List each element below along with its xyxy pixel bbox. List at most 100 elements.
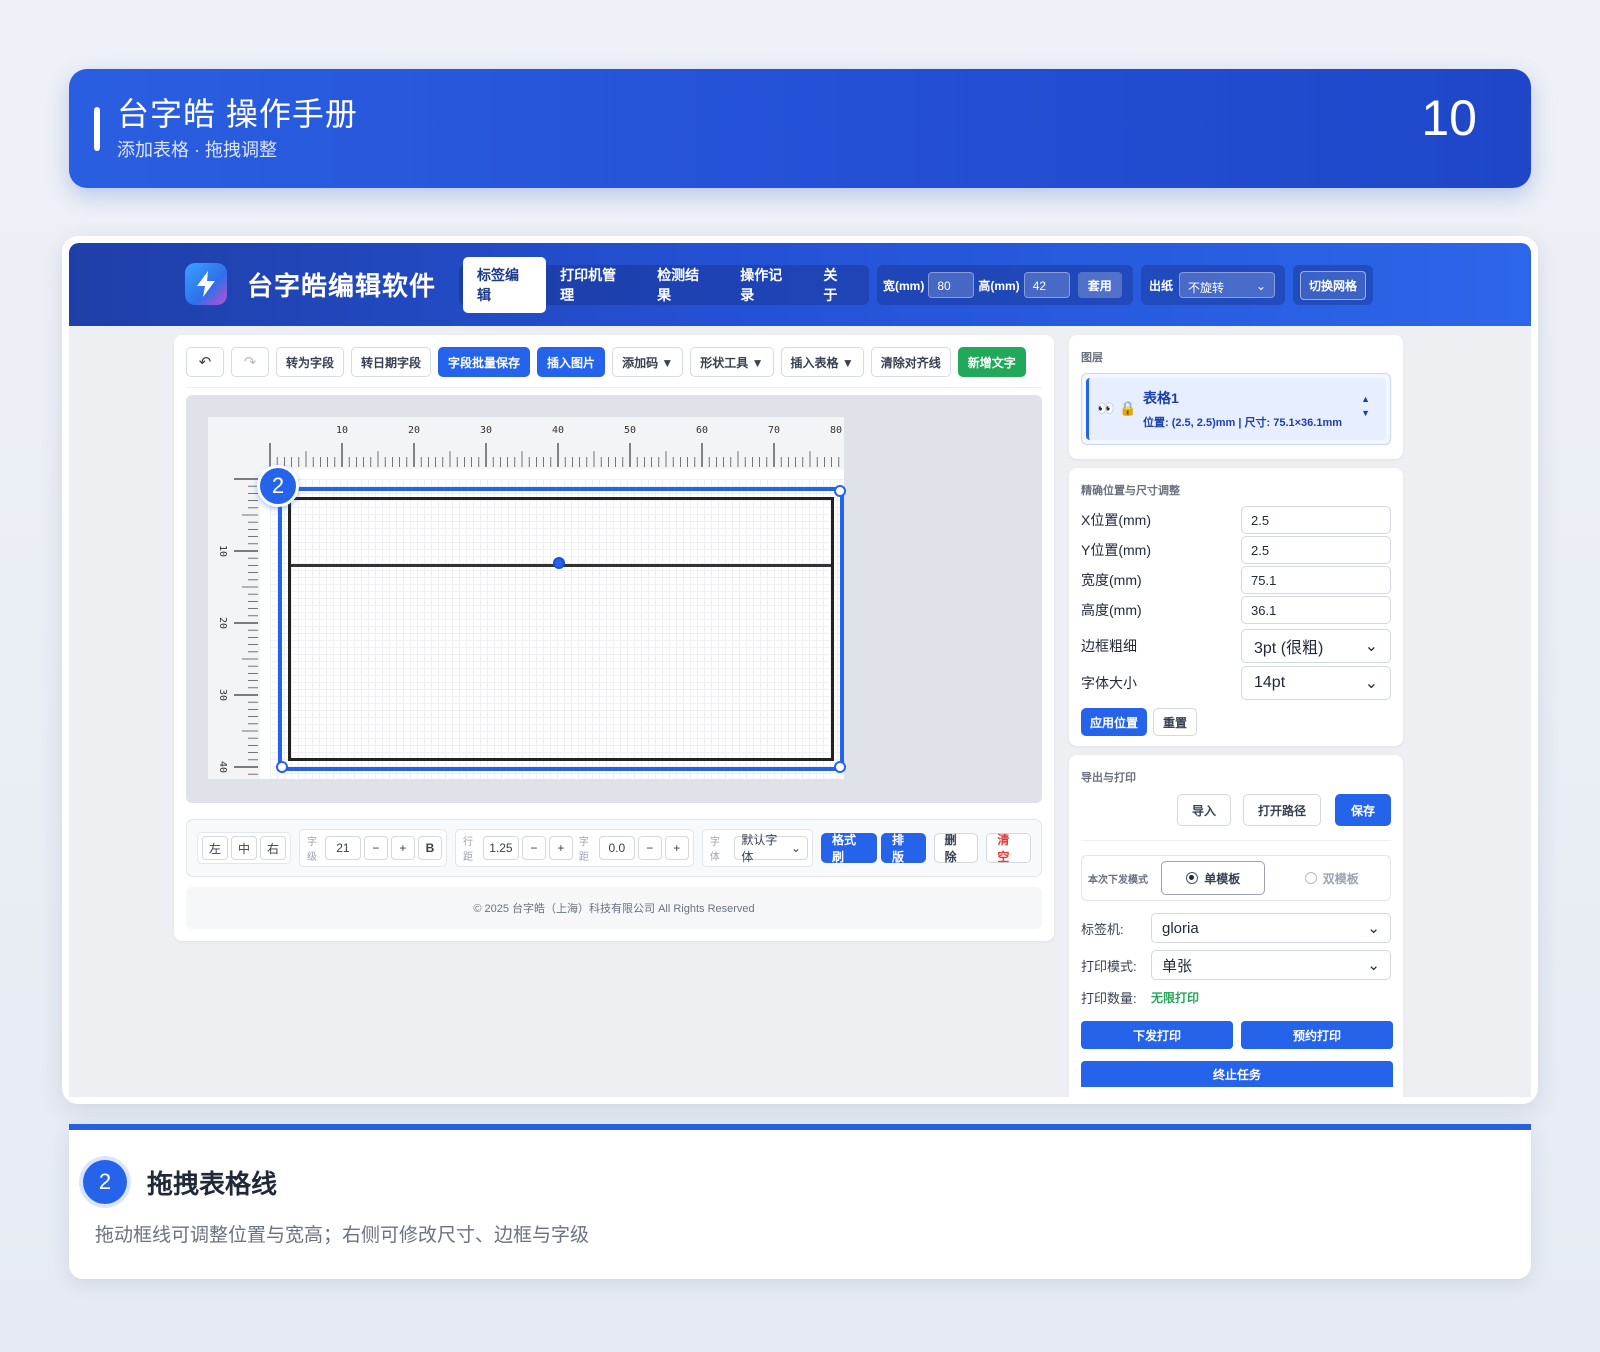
- label-paper: 10 20 30 40 50 60 70 80 10 20 30 40 2: [208, 417, 846, 779]
- row-line-drag-handle[interactable]: [553, 557, 565, 569]
- layer-item-table1[interactable]: 👀 🔒 表格1 位置: (2.5, 2.5)mm | 尺寸: 75.1×36.1…: [1081, 373, 1391, 445]
- height-field-input[interactable]: 36.1: [1241, 596, 1391, 624]
- y-position-label: Y位置(mm): [1081, 542, 1151, 558]
- toggle-grid-button[interactable]: 切换网格: [1299, 270, 1366, 300]
- align-right-button[interactable]: 右: [260, 836, 287, 860]
- tab-about[interactable]: 关于: [809, 257, 865, 313]
- vertical-ruler: 10 20 30 40: [208, 469, 260, 779]
- horizontal-ruler: 10 20 30 40 50 60 70 80: [208, 417, 844, 469]
- font-size-select[interactable]: 14pt ⌄: [1241, 666, 1391, 700]
- line-height-plus-button[interactable]: +: [548, 836, 573, 860]
- align-center-button[interactable]: 中: [231, 836, 258, 860]
- move-down-icon[interactable]: ▼: [1361, 408, 1370, 418]
- y-position-input[interactable]: 2.5: [1241, 536, 1391, 564]
- letter-spacing-plus-button[interactable]: +: [664, 836, 689, 860]
- single-template-option[interactable]: 单模板: [1160, 861, 1266, 895]
- line-height-label: 行距: [462, 837, 473, 863]
- lock-icon[interactable]: 🔒: [1119, 400, 1136, 417]
- clear-guides-button[interactable]: 清除对齐线: [870, 347, 951, 377]
- apply-size-button[interactable]: 套用: [1077, 272, 1122, 298]
- chevron-down-icon: ⌄: [1364, 675, 1378, 692]
- font-family-select[interactable]: 默认字体 ⌄: [734, 833, 808, 864]
- move-up-icon[interactable]: ▲: [1361, 394, 1370, 404]
- ruler-label: 70: [768, 425, 780, 436]
- bold-button[interactable]: B: [417, 836, 442, 860]
- width-field-input[interactable]: 75.1: [1241, 566, 1391, 594]
- add-code-button[interactable]: 添加码 ▼: [612, 347, 684, 377]
- clear-button[interactable]: 清空: [986, 833, 1032, 864]
- printer-label: 标签机:: [1081, 921, 1124, 937]
- layer-item-body[interactable]: 👀 🔒 表格1 位置: (2.5, 2.5)mm | 尺寸: 75.1×36.1…: [1086, 378, 1386, 440]
- tab-label-edit[interactable]: 标签编辑: [463, 257, 547, 313]
- printer-select[interactable]: gloria ⌄: [1151, 913, 1391, 943]
- width-label: 宽(mm): [883, 278, 925, 293]
- insert-table-button[interactable]: 插入表格 ▼: [780, 347, 864, 377]
- save-button[interactable]: 保存: [1335, 794, 1392, 826]
- border-width-select[interactable]: 3pt (很粗) ⌄: [1241, 629, 1391, 663]
- rotation-select[interactable]: 不旋转 ⌄: [1179, 272, 1276, 298]
- chevron-down-icon: ⌄: [1364, 638, 1378, 655]
- double-template-label: 双模板: [1322, 871, 1359, 886]
- redo-button[interactable]: ↷: [231, 347, 269, 377]
- table-element-selected[interactable]: [276, 485, 846, 773]
- rotation-value: 不旋转: [1188, 281, 1225, 295]
- double-template-option[interactable]: 双模板: [1279, 861, 1384, 895]
- printer-row: 标签机: gloria ⌄: [1081, 913, 1391, 943]
- chevron-down-icon: ⌄: [790, 841, 801, 855]
- paper-out-label: 出纸: [1149, 278, 1174, 293]
- table-border[interactable]: [288, 497, 834, 761]
- font-size-input[interactable]: 21: [324, 836, 361, 860]
- line-height-input[interactable]: 1.25: [482, 836, 519, 860]
- width-input[interactable]: 80: [928, 272, 975, 298]
- font-size-plus-button[interactable]: +: [390, 836, 415, 860]
- editor-toolbar: ↶ ↷ 转为字段 转日期字段 字段批量保存 插入图片 添加码 ▼ 形状工具 ▼ …: [186, 347, 1026, 377]
- open-path-button[interactable]: 打开路径: [1243, 794, 1322, 826]
- toolbar-divider: [186, 387, 1042, 388]
- tab-operation-log[interactable]: 操作记录: [726, 257, 809, 313]
- eye-icon[interactable]: 👀: [1097, 400, 1114, 417]
- letter-spacing-input[interactable]: 0.0: [598, 836, 635, 860]
- chevron-down-icon: ⌄: [1367, 920, 1380, 937]
- resize-handle-top-right[interactable]: [834, 485, 846, 497]
- letter-spacing-minus-button[interactable]: −: [637, 836, 662, 860]
- undo-button[interactable]: ↶: [186, 347, 224, 377]
- line-height-minus-button[interactable]: −: [521, 836, 546, 860]
- print-mode-select[interactable]: 单张 ⌄: [1151, 950, 1391, 980]
- send-print-button[interactable]: 下发打印: [1081, 1021, 1233, 1049]
- import-button[interactable]: 导入: [1177, 794, 1232, 826]
- border-width-label: 边框粗细: [1081, 638, 1137, 654]
- height-input[interactable]: 42: [1023, 272, 1070, 298]
- ruler-label: 60: [696, 425, 708, 436]
- resize-handle-bottom-left[interactable]: [276, 761, 288, 773]
- y-position-row: Y位置(mm) 2.5: [1081, 536, 1391, 564]
- radio-selected-icon: [1186, 872, 1199, 884]
- to-date-field-button[interactable]: 转日期字段: [351, 347, 432, 377]
- app-title: 台字皓编辑软件: [247, 271, 437, 301]
- align-left-button[interactable]: 左: [202, 836, 229, 860]
- tab-detection-results[interactable]: 检测结果: [643, 257, 726, 313]
- batch-save-fields-button[interactable]: 字段批量保存: [438, 347, 531, 377]
- font-size-field-label: 字体大小: [1081, 675, 1137, 691]
- apply-position-button[interactable]: 应用位置: [1081, 708, 1148, 736]
- insert-image-button[interactable]: 插入图片: [537, 347, 606, 377]
- ruler-label: 30: [480, 425, 492, 436]
- font-size-minus-button[interactable]: −: [363, 836, 388, 860]
- layout-button[interactable]: 排版: [880, 833, 926, 864]
- delete-button[interactable]: 删除: [933, 833, 979, 864]
- schedule-print-button[interactable]: 预约打印: [1241, 1021, 1393, 1049]
- stop-task-button[interactable]: 终止任务: [1081, 1061, 1393, 1087]
- reset-button[interactable]: 重置: [1153, 708, 1198, 736]
- design-canvas[interactable]: 10 20 30 40 50 60 70 80 10 20 30 40 2: [186, 395, 1042, 803]
- ruler-label: 20: [408, 425, 420, 436]
- undo-icon: ↶: [198, 354, 212, 371]
- add-text-button[interactable]: 新增文字: [957, 347, 1026, 377]
- x-position-input[interactable]: 2.5: [1241, 506, 1391, 534]
- tab-printer-management[interactable]: 打印机管理: [546, 257, 643, 313]
- shape-tool-button[interactable]: 形状工具 ▼: [690, 347, 774, 377]
- chevron-down-icon: ⌄: [1367, 957, 1380, 974]
- toggle-grid-wrapper: 切换网格: [1293, 265, 1373, 305]
- format-painter-button[interactable]: 格式刷: [820, 833, 877, 864]
- print-mode-label: 打印模式:: [1081, 958, 1137, 974]
- to-field-button[interactable]: 转为字段: [276, 347, 345, 377]
- resize-handle-bottom-right[interactable]: [834, 761, 846, 773]
